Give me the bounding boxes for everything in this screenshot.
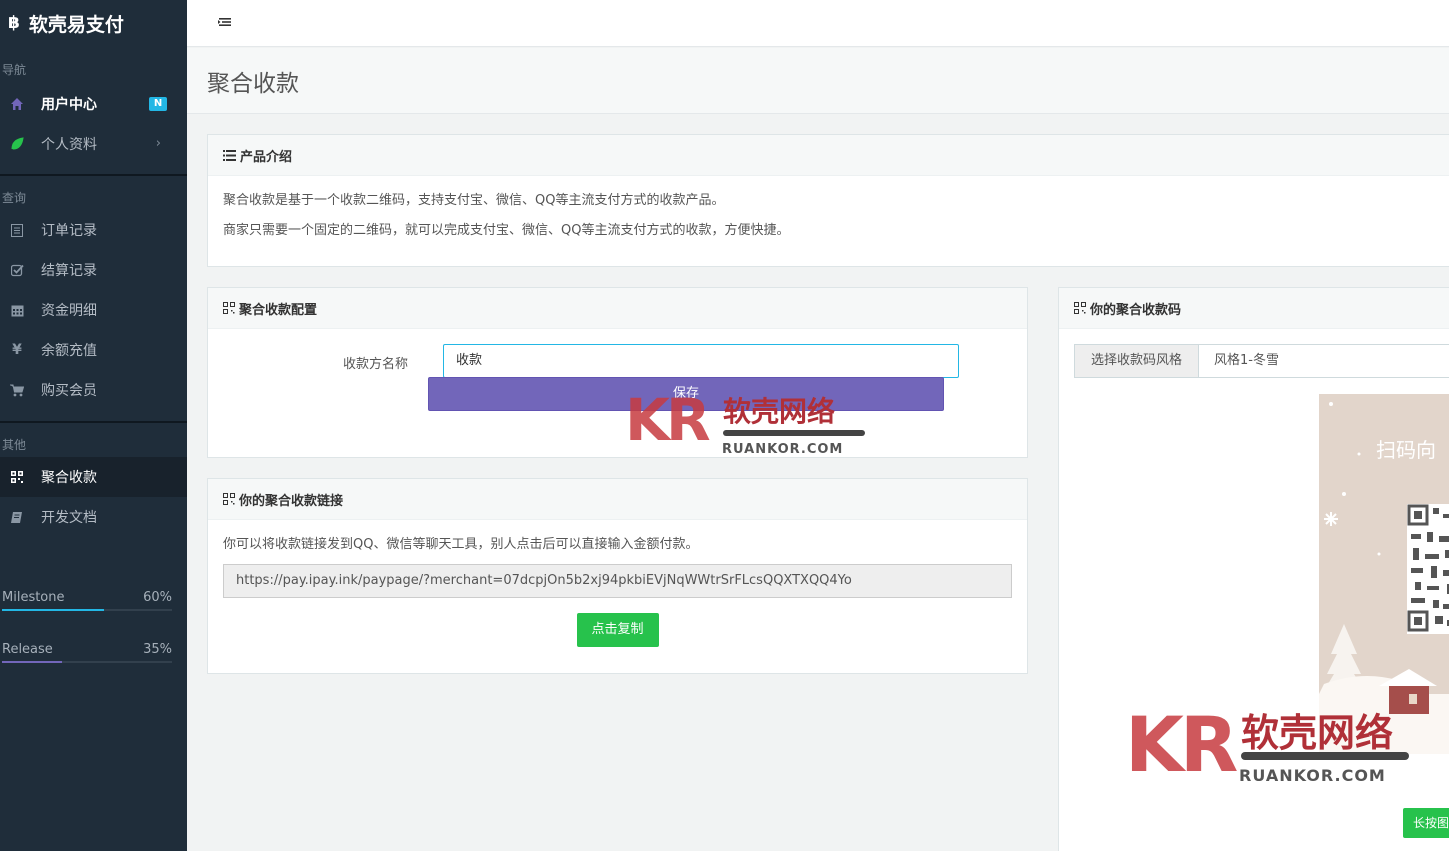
qrcode-poster: 扫码向 (1319, 394, 1449, 754)
panel-heading: 你的聚合收款码 (1059, 288, 1449, 329)
progress-fill (2, 661, 62, 663)
panel-title: 聚合收款配置 (239, 302, 318, 318)
intro-panel: 产品介绍 聚合收款是基于一个收款二维码，支持支付宝、微信、QQ等主流支付方式的收… (207, 134, 1449, 267)
sidebar-item-aggregate-payment[interactable]: 聚合收款 (0, 457, 187, 497)
sidebar: ฿ 软壳易支付 导航 用户中心 N 个人资料 › 查询 订单记录 结算记录 资金… (0, 0, 187, 851)
payee-name-input[interactable]: 收款 (443, 344, 959, 378)
home-icon (10, 97, 24, 111)
list-icon (10, 223, 24, 237)
progress-release: Release 35% (0, 641, 187, 663)
panel-title: 你的聚合收款码 (1090, 302, 1182, 318)
sidebar-item-label: 聚合收款 (41, 470, 97, 486)
nav-header-navigation: 导航 (2, 63, 27, 77)
sidebar-item-recharge[interactable]: ¥ 余额充值 (0, 330, 187, 370)
menu-toggle-icon[interactable] (217, 15, 233, 29)
payment-link-field[interactable]: https://pay.ipay.ink/paypage/?merchant=0… (223, 564, 1012, 598)
copy-link-button[interactable]: 点击复制 (576, 613, 659, 647)
config-panel: 聚合收款配置 收款方名称 收款 保存 (207, 287, 1028, 458)
link-description: 你可以将收款链接发到QQ、微信等聊天工具，别人点击后可以直接输入金额付款。 (223, 537, 699, 552)
progress-fill (2, 609, 104, 611)
sidebar-item-user-center[interactable]: 用户中心 N (0, 84, 187, 124)
leaf-icon (10, 137, 24, 151)
sidebar-item-label: 结算记录 (41, 263, 97, 279)
payee-name-label: 收款方名称 (343, 357, 409, 372)
sidebar-item-dev-docs[interactable]: 开发文档 (0, 497, 187, 537)
top-navbar (187, 0, 1449, 47)
progress-value: 35% (143, 642, 172, 657)
list-icon (223, 149, 236, 161)
sidebar-item-buy-membership[interactable]: 购买会员 (0, 370, 187, 410)
calendar-icon (10, 303, 24, 317)
page-header: 聚合收款 (187, 48, 1449, 114)
progress-value: 60% (143, 590, 172, 605)
qrcode-panel: 你的聚合收款码 选择收款码风格 风格1-冬雪 扫码向 长按图 (1058, 287, 1449, 851)
qrcode-icon (223, 493, 235, 505)
panel-title: 产品介绍 (240, 149, 293, 165)
panel-title: 你的聚合收款链接 (239, 493, 344, 509)
brand[interactable]: ฿ 软壳易支付 (0, 0, 187, 46)
qrcode-icon (223, 302, 235, 314)
check-square-icon (10, 263, 24, 277)
style-select[interactable]: 风格1-冬雪 (1199, 345, 1279, 377)
progress-track (2, 661, 172, 663)
sidebar-item-orders[interactable]: 订单记录 (0, 210, 187, 250)
qrcode-icon (10, 470, 24, 484)
sidebar-item-label: 个人资料 (41, 137, 97, 153)
qrcode-icon (1074, 302, 1086, 314)
brand-name: 软壳易支付 (28, 13, 124, 36)
sidebar-item-label: 资金明细 (41, 303, 97, 319)
long-press-save-button[interactable]: 长按图 (1403, 808, 1449, 838)
bitcoin-logo-icon: ฿ (8, 13, 20, 33)
sidebar-item-settlement[interactable]: 结算记录 (0, 250, 187, 290)
style-select-group[interactable]: 选择收款码风格 风格1-冬雪 (1074, 344, 1449, 378)
progress-milestone: Milestone 60% (0, 589, 187, 611)
qrcode-image (1407, 504, 1449, 634)
progress-track (2, 609, 172, 611)
sidebar-item-profile[interactable]: 个人资料 › (0, 124, 187, 164)
panel-heading: 产品介绍 (208, 135, 1449, 176)
book-icon (10, 510, 24, 524)
progress-label: Release (2, 642, 53, 657)
sidebar-item-label: 购买会员 (41, 383, 97, 399)
nav-header-other: 其他 (2, 438, 27, 452)
style-select-label: 选择收款码风格 (1075, 345, 1199, 377)
cart-icon (10, 383, 24, 397)
sidebar-item-label: 用户中心 (41, 97, 97, 113)
sidebar-item-label: 余额充值 (41, 343, 97, 359)
panel-heading: 你的聚合收款链接 (208, 479, 1027, 520)
progress-label: Milestone (2, 590, 65, 605)
page-title: 聚合收款 (207, 71, 299, 97)
sidebar-item-label: 订单记录 (41, 223, 97, 239)
yen-icon: ¥ (12, 342, 22, 358)
panel-heading: 聚合收款配置 (208, 288, 1027, 329)
sidebar-item-funds[interactable]: 资金明细 (0, 290, 187, 330)
chevron-right-icon: › (155, 136, 161, 151)
save-button[interactable]: 保存 (428, 377, 944, 411)
new-badge: N (149, 97, 167, 111)
sidebar-item-label: 开发文档 (41, 510, 97, 526)
intro-text: 聚合收款是基于一个收款二维码，支持支付宝、微信、QQ等主流支付方式的收款产品。 (223, 193, 725, 208)
link-panel: 你的聚合收款链接 你可以将收款链接发到QQ、微信等聊天工具，别人点击后可以直接输… (207, 478, 1028, 674)
intro-text: 商家只需要一个固定的二维码，就可以完成支付宝、微信、QQ等主流支付方式的收款，方… (223, 223, 790, 238)
nav-header-query: 查询 (2, 191, 27, 205)
